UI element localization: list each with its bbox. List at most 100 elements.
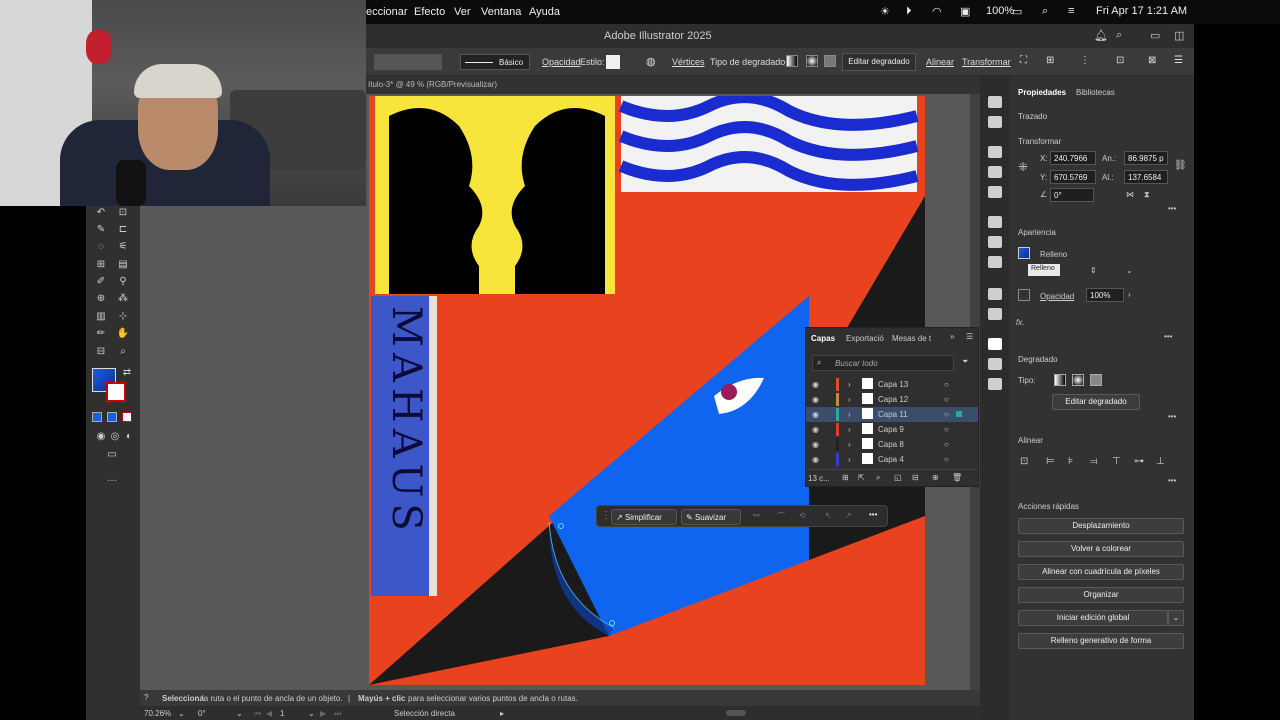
flip-horizontal-icon[interactable]: ⋈ xyxy=(1126,190,1134,199)
delete-layer-icon[interactable]: 🗑︎ xyxy=(952,473,962,482)
graph-tool-icon[interactable]: ▥ xyxy=(94,310,108,324)
style-swatch[interactable] xyxy=(606,55,620,69)
artboard-number-field[interactable]: 1 xyxy=(280,709,284,718)
linear-gradient-icon[interactable] xyxy=(786,55,798,67)
collect-export-icon[interactable]: ⊞ xyxy=(842,473,849,482)
layer-name[interactable]: Capa 9 xyxy=(878,425,904,434)
layer-name[interactable]: Capa 11 xyxy=(878,410,908,419)
next-artboard-icon[interactable]: ▶ xyxy=(320,709,326,718)
target-circle-icon[interactable]: ○ xyxy=(944,380,949,389)
artboard-dropdown-icon[interactable]: ⌄ xyxy=(308,709,315,718)
stroke-icon[interactable] xyxy=(988,216,1002,228)
new-layer-icon[interactable]: ⊕ xyxy=(932,473,939,482)
horizontal-scrollbar-thumb[interactable] xyxy=(726,710,746,716)
visibility-eye-icon[interactable]: ◉ xyxy=(812,425,819,434)
curve-icon[interactable]: ⌒ xyxy=(777,511,785,522)
align-pixel-grid-button[interactable]: Alinear con cuadrícula de píxeles xyxy=(1018,564,1184,580)
freeform-gradient-icon[interactable] xyxy=(1090,374,1102,386)
generative-shape-fill-button[interactable]: Relleno generativo de forma xyxy=(1018,633,1184,649)
cut-path-icon[interactable]: ↖ xyxy=(825,511,832,520)
none-mode-icon[interactable] xyxy=(122,412,132,422)
search-layer-icon[interactable]: ⌕ xyxy=(876,473,880,483)
pencil-tool-icon[interactable]: ✏ xyxy=(94,327,108,341)
target-circle-icon[interactable]: ○ xyxy=(944,455,949,464)
opacity-field[interactable]: 100% xyxy=(1086,288,1124,302)
visibility-eye-icon[interactable]: ◉ xyxy=(812,410,819,419)
tab-layers[interactable]: Capas xyxy=(811,334,835,343)
visibility-eye-icon[interactable]: ◉ xyxy=(812,380,819,389)
locate-object-icon[interactable]: ⇱ xyxy=(858,473,865,482)
zoom-tool-icon[interactable]: ⌕ xyxy=(116,345,130,359)
assets-icon[interactable] xyxy=(988,96,1002,108)
flip-vertical-icon[interactable]: ⧗ xyxy=(1144,190,1150,200)
align-bottom-icon[interactable]: ⊥ xyxy=(1156,456,1165,467)
anchor-convert-icon[interactable]: ⚯ xyxy=(753,511,760,520)
menu-effect[interactable]: Efecto xyxy=(414,6,445,18)
distribute-icon[interactable]: ⋮ xyxy=(1080,55,1090,66)
layer-row[interactable]: ◉ › Capa 12 ○ xyxy=(806,392,978,407)
expand-arrow-icon[interactable]: › xyxy=(848,410,851,419)
panel-toggle-icon[interactable]: ◫ xyxy=(1174,29,1184,42)
more-appearance-icon[interactable]: ••• xyxy=(1164,332,1172,341)
smooth-button[interactable]: ✎ Suavizar xyxy=(681,509,741,525)
color-mode-icon[interactable] xyxy=(92,412,102,422)
expand-arrow-icon[interactable]: › xyxy=(848,455,851,464)
align-top-icon[interactable]: ⊤ xyxy=(1112,456,1121,467)
arrange-button[interactable]: Organizar xyxy=(1018,587,1184,603)
draw-inside-icon[interactable]: ◐ xyxy=(122,430,136,444)
transform-link[interactable]: Transformar xyxy=(962,57,1011,67)
tab-export[interactable]: Exportació xyxy=(846,334,884,343)
rotation-dropdown-icon[interactable]: ⌄ xyxy=(236,709,243,718)
draw-behind-icon[interactable]: ◎ xyxy=(108,430,122,444)
linear-gradient-icon[interactable] xyxy=(1054,374,1066,386)
gradient-tool-icon[interactable]: ▤ xyxy=(116,258,130,272)
layer-row[interactable]: ◉ › Capa 13 ○ xyxy=(806,377,978,392)
drag-handle[interactable]: ⋮ xyxy=(601,510,611,521)
corner-icon[interactable]: ⟲ xyxy=(799,511,806,520)
layer-row[interactable]: ◉ › Capa 9 ○ xyxy=(806,422,978,437)
global-edit-dropdown-icon[interactable]: ⌄ xyxy=(1168,610,1184,626)
layer-row[interactable]: ◉ › Capa 8 ○ xyxy=(806,437,978,452)
fx-button[interactable]: fx. xyxy=(1016,318,1024,327)
eyedropper-icon[interactable]: ⚲ xyxy=(116,275,130,289)
expand-icon[interactable]: » xyxy=(950,332,954,341)
link-proportions-icon[interactable]: ⛓︎ xyxy=(1174,160,1187,171)
panel-menu-icon[interactable]: ☰ xyxy=(966,332,973,341)
align-options-icon[interactable]: ⊞ xyxy=(1046,55,1054,66)
symbols-icon[interactable] xyxy=(988,186,1002,198)
workspace-icon[interactable]: ▭ xyxy=(1150,29,1160,42)
arrange-icon[interactable]: ⊡ xyxy=(1116,55,1124,66)
artboards-icon[interactable] xyxy=(988,358,1002,370)
layers-search-input[interactable]: ⌕ Buscar todo xyxy=(812,355,954,371)
align-right-icon[interactable]: ⫤ xyxy=(1090,456,1098,467)
edit-gradient-button[interactable]: Editar degradado xyxy=(1052,394,1140,410)
opacity-link[interactable]: Opacidad xyxy=(542,57,581,67)
poster-title[interactable]: MAHAUS xyxy=(373,306,429,586)
brightness-icon[interactable]: ☀ xyxy=(880,5,890,18)
filter-icon[interactable]: ⏷ xyxy=(962,357,968,367)
menu-view[interactable]: Ver xyxy=(454,6,471,18)
expand-arrow-icon[interactable]: › xyxy=(848,395,851,404)
more-gradient-icon[interactable]: ••• xyxy=(1168,412,1176,421)
stroke-dropdown-icon[interactable]: ⌄ xyxy=(1126,266,1133,275)
shape-builder-icon[interactable]: ⊕ xyxy=(94,292,108,306)
symbol-sprayer-icon[interactable]: ⁂ xyxy=(116,292,130,306)
expand-arrow-icon[interactable]: › xyxy=(848,380,851,389)
layer-name[interactable]: Capa 4 xyxy=(878,455,904,464)
curvature-tool-icon[interactable]: ✎ xyxy=(94,223,108,237)
offset-path-button[interactable]: Desplazamiento xyxy=(1018,518,1184,534)
links-icon[interactable] xyxy=(988,378,1002,390)
tab-artboards[interactable]: Mesas de t xyxy=(892,334,931,343)
screen-mode-icon[interactable]: ▭ xyxy=(105,448,119,462)
control-center-icon[interactable]: ≡ xyxy=(1068,5,1074,17)
visibility-eye-icon[interactable]: ◉ xyxy=(812,395,819,404)
knife-tool-icon[interactable]: ⚟ xyxy=(116,240,130,254)
mesh-tool-icon[interactable]: ⊞ xyxy=(94,258,108,272)
fill-swatch-field[interactable] xyxy=(374,54,442,70)
expand-arrow-icon[interactable]: › xyxy=(848,425,851,434)
last-artboard-icon[interactable]: ⏭ xyxy=(334,709,341,719)
transform-again-icon[interactable]: ⊠ xyxy=(1148,55,1156,66)
color-guide-icon[interactable] xyxy=(988,146,1002,158)
reference-point-icon[interactable]: ⁜ xyxy=(1018,160,1028,174)
crop-tool-icon[interactable]: ⊏ xyxy=(116,223,130,237)
